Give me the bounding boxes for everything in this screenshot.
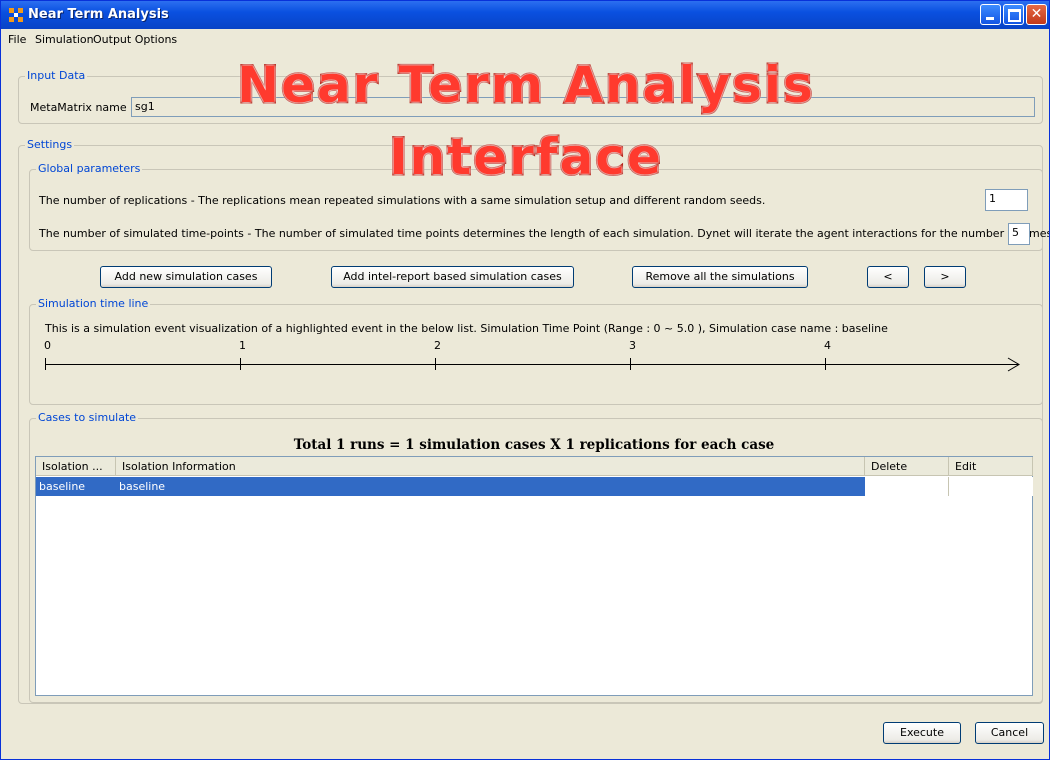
- delete-cell[interactable]: [865, 477, 949, 496]
- timeline-description: This is a simulation event visualization…: [45, 322, 888, 335]
- column-header[interactable]: Delete: [865, 457, 949, 476]
- column-header[interactable]: Isolation ...: [36, 457, 116, 476]
- timeline-tick-label: 3: [629, 339, 636, 352]
- replications-label: The number of replications - The replica…: [39, 194, 766, 207]
- timeline-tick: [45, 358, 46, 370]
- timeline-tick: [630, 358, 631, 370]
- cases-summary: Total 1 runs = 1 simulation cases X 1 re…: [293, 437, 775, 453]
- timeline-tick: [240, 358, 241, 370]
- timepoints-label: The number of simulated time-points - Th…: [39, 227, 1050, 240]
- cancel-button[interactable]: Cancel: [975, 722, 1044, 744]
- timeline-tick-label: 1: [239, 339, 246, 352]
- replications-input[interactable]: 1: [985, 189, 1028, 211]
- timeline-axis: [45, 364, 1019, 365]
- timeline-arrow-icon: [1007, 357, 1020, 372]
- title-bar[interactable]: Near Term Analysis ✕: [1, 1, 1049, 29]
- menu-output-options[interactable]: Output Options: [93, 33, 177, 46]
- edit-cell[interactable]: [949, 477, 1033, 496]
- column-header[interactable]: Edit: [949, 457, 1033, 476]
- app-icon: [9, 8, 23, 22]
- isolation-information-cell[interactable]: baseline: [116, 477, 865, 496]
- menu-file[interactable]: File: [8, 33, 26, 46]
- menu-simulation[interactable]: Simulation: [35, 33, 94, 46]
- close-icon: ✕: [1030, 6, 1043, 22]
- near-term-analysis-window: Near Term Analysis ✕ File Simulation Out…: [0, 0, 1050, 760]
- add-intel-report-cases-button[interactable]: Add intel-report based simulation cases: [331, 266, 574, 288]
- timeline-tick: [825, 358, 826, 370]
- cases-to-simulate-label: Cases to simulate: [36, 411, 139, 424]
- simulation-timeline-label: Simulation time line: [36, 297, 151, 310]
- timeline-tick-label: 0: [44, 339, 51, 352]
- close-button[interactable]: ✕: [1026, 4, 1047, 25]
- cases-table: Isolation ... Isolation Information Dele…: [35, 456, 1033, 696]
- remove-all-simulations-button[interactable]: Remove all the simulations: [632, 266, 808, 288]
- simulation-timeline-group: Simulation time line This is a simulatio…: [29, 297, 1043, 405]
- maximize-icon: [1008, 9, 1021, 22]
- minimize-button[interactable]: [980, 4, 1001, 25]
- execute-button[interactable]: Execute: [883, 722, 961, 744]
- isolation-cell[interactable]: baseline: [36, 477, 116, 496]
- overlay-title: Near Term Analysis: [236, 55, 815, 116]
- timeline-tick-label: 4: [824, 339, 831, 352]
- timepoints-input[interactable]: 5: [1008, 223, 1030, 245]
- timeline-tick: [435, 358, 436, 370]
- minimize-icon: [986, 17, 994, 20]
- window-title: Near Term Analysis: [28, 7, 169, 22]
- add-simulation-cases-button[interactable]: Add new simulation cases: [100, 266, 272, 288]
- overlay-subtitle: Interface: [388, 127, 663, 188]
- previous-button[interactable]: <: [867, 266, 909, 288]
- menu-bar: File Simulation Output Options: [1, 29, 1049, 49]
- maximize-button[interactable]: [1003, 4, 1024, 25]
- column-header[interactable]: Isolation Information: [116, 457, 865, 476]
- timeline-tick-label: 2: [434, 339, 441, 352]
- next-button[interactable]: >: [924, 266, 966, 288]
